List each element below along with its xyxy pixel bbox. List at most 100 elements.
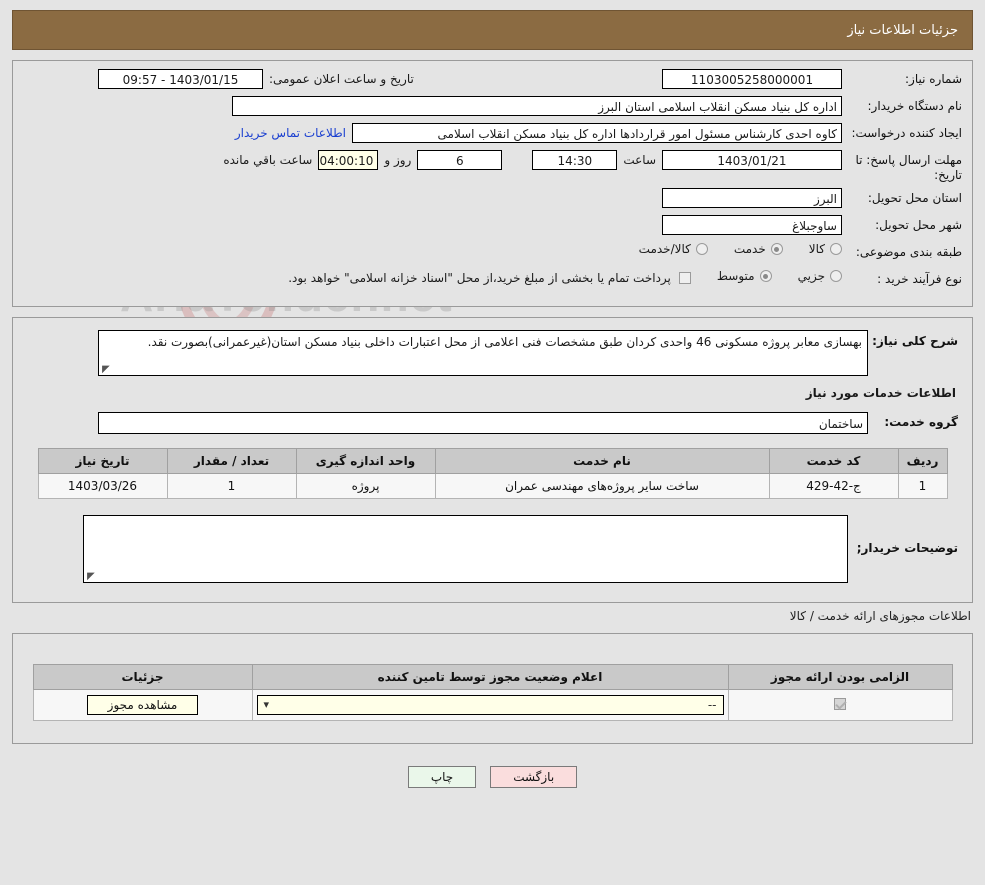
radio-icon[interactable] xyxy=(695,243,708,255)
announce-label: تاریخ و ساعت اعلان عمومی: xyxy=(269,72,414,86)
buyer-notes-label: توضیحات خریدار; xyxy=(856,541,958,555)
process-option-jozei[interactable]: جزیي xyxy=(798,269,842,283)
col-permit-required: الزامی بودن ارائه مجوز xyxy=(727,664,953,690)
col-permit-status: اعلام وضعیت مجوز توسط تامین کننده xyxy=(251,664,729,690)
creator-label: ایجاد کننده درخواست: xyxy=(851,126,962,140)
process-option-label: متوسط xyxy=(716,269,755,283)
category-option-kala-khedmat[interactable]: کالا/خدمت xyxy=(639,242,708,256)
process-option-motavaset[interactable]: متوسط xyxy=(717,269,772,283)
permits-table: الزامی بودن ارائه مجوز اعلام وضعیت مجوز … xyxy=(32,664,953,721)
print-button[interactable]: چاپ xyxy=(407,766,477,788)
col-quantity: تعداد / مقدار xyxy=(166,448,297,474)
category-option-label: کالا xyxy=(808,242,825,256)
cell-name: ساخت سایر پروژه‌های مهندسی عمران xyxy=(434,473,770,499)
days-and-label: روز و xyxy=(384,153,412,167)
category-radio-group[interactable]: کالا خدمت کالا/خدمت xyxy=(613,242,842,256)
province-label: استان محل تحویل: xyxy=(867,191,962,205)
deadline-hour-label: ساعت xyxy=(623,153,656,167)
city-value: ساوجبلاغ xyxy=(662,215,842,235)
need-number-value: 1103005258000001 xyxy=(662,69,842,89)
general-description-text: بهسازی معابر پروژه مسکونی 46 واحدی کردان… xyxy=(147,335,862,349)
service-group-label: گروه خدمت: xyxy=(884,415,958,429)
cell-permit-details: مشاهده مجوز xyxy=(32,689,253,721)
page-title: جزئیات اطلاعات نیاز xyxy=(847,22,958,38)
deadline-label: مهلت ارسال پاسخ: تا تاریخ: xyxy=(855,153,962,182)
services-section-title: اطلاعات خدمات مورد نیاز xyxy=(805,386,956,400)
creator-value: کاوه احدی کارشناس مسئول امور قراردادها ا… xyxy=(352,123,842,143)
radio-icon[interactable] xyxy=(830,270,842,282)
col-unit: واحد اندازه گیری xyxy=(295,448,436,474)
permits-section-title: اطلاعات مجوزهای ارائه خدمت / کالا xyxy=(789,609,971,623)
radio-icon[interactable] xyxy=(830,243,842,255)
category-option-label: خدمت xyxy=(733,242,766,256)
page-header: جزئیات اطلاعات نیاز xyxy=(12,10,973,50)
deadline-row: مهلت ارسال پاسخ: تا تاریخ: 1403/01/21 سا… xyxy=(23,150,962,183)
resize-grip-icon[interactable]: ◥ xyxy=(102,364,111,375)
process-option-label: جزیي xyxy=(797,269,825,283)
cell-code: ج-42-429 xyxy=(768,473,899,499)
buyer-org-value: اداره کل بنیاد مسکن انقلاب اسلامی استان … xyxy=(232,96,842,116)
cell-quantity: 1 xyxy=(166,473,297,499)
category-option-khedmat[interactable]: خدمت xyxy=(734,242,783,256)
deadline-date-value: 1403/01/21 xyxy=(662,150,842,170)
table-row: 1 ج-42-429 ساخت سایر پروژه‌های مهندسی عم… xyxy=(37,473,948,499)
process-radio-group[interactable]: جزیي متوسط xyxy=(691,269,842,283)
need-number-label: شماره نیاز: xyxy=(905,72,962,86)
treasury-checkbox[interactable] xyxy=(678,272,691,284)
cell-row: 1 xyxy=(897,473,948,499)
remaining-time-value: 04:00:10 xyxy=(318,150,379,170)
permit-status-select[interactable]: ▾ -- xyxy=(256,695,724,715)
resize-grip-icon[interactable]: ◥ xyxy=(87,571,96,582)
radio-icon[interactable] xyxy=(770,243,783,255)
category-label: طبقه بندی موضوعی: xyxy=(855,245,962,259)
buyer-org-row: نام دستگاه خریدار: اداره کل بنیاد مسکن ا… xyxy=(23,96,962,118)
treasury-note: پرداخت تمام یا بخشی از مبلغ خرید،از محل … xyxy=(288,271,671,285)
buyer-notes-row: توضیحات خریدار; ◥ xyxy=(27,515,958,583)
general-description-label: شرح کلی نیاز: xyxy=(872,334,958,348)
service-group-row: گروه خدمت: ساختمان xyxy=(27,412,958,434)
radio-icon[interactable] xyxy=(759,270,772,282)
service-group-value: ساختمان xyxy=(98,412,868,434)
remaining-days-value: 6 xyxy=(417,150,503,170)
cell-permit-required xyxy=(727,689,953,721)
permit-required-checkbox-icon xyxy=(834,697,846,710)
buyer-contact-link[interactable]: اطلاعات تماس خریدار xyxy=(235,123,346,140)
services-table-header-row: ردیف کد خدمت نام خدمت واحد اندازه گیری ت… xyxy=(37,448,948,474)
general-description-value[interactable]: بهسازی معابر پروژه مسکونی 46 واحدی کردان… xyxy=(98,330,868,376)
permits-panel: الزامی بودن ارائه مجوز اعلام وضعیت مجوز … xyxy=(12,633,973,744)
category-row: طبقه بندی موضوعی: کالا خدمت کالا/خدمت xyxy=(23,242,962,264)
col-date: تاریخ نیاز xyxy=(37,448,168,474)
col-code: کد خدمت xyxy=(768,448,899,474)
general-description-row: شرح کلی نیاز: بهسازی معابر پروژه مسکونی … xyxy=(27,330,958,376)
footer-buttons: بازگشت چاپ xyxy=(0,766,985,788)
need-info-panel: شماره نیاز: 1103005258000001 تاریخ و ساع… xyxy=(12,60,973,307)
col-permit-details: جزئیات xyxy=(32,664,253,690)
chevron-down-icon: ▾ xyxy=(263,698,270,711)
category-option-label: کالا/خدمت xyxy=(638,242,691,256)
col-row: ردیف xyxy=(897,448,948,474)
buyer-notes-value[interactable]: ◥ xyxy=(83,515,848,583)
back-button[interactable]: بازگشت xyxy=(490,766,578,788)
province-value: البرز xyxy=(662,188,842,208)
process-type-label: نوع فرآیند خرید : xyxy=(877,272,962,286)
province-row: استان محل تحویل: البرز xyxy=(23,188,962,210)
cell-unit: پروژه xyxy=(295,473,436,499)
deadline-hour-value: 14:30 xyxy=(532,150,618,170)
cell-date: 1403/03/26 xyxy=(37,473,168,499)
permits-table-header-row: الزامی بودن ارائه مجوز اعلام وضعیت مجوز … xyxy=(32,664,953,690)
need-number-row: شماره نیاز: 1103005258000001 تاریخ و ساع… xyxy=(23,69,962,91)
permit-status-value: -- xyxy=(707,698,717,712)
city-row: شهر محل تحویل: ساوجبلاغ xyxy=(23,215,962,237)
services-table: ردیف کد خدمت نام خدمت واحد اندازه گیری ت… xyxy=(37,448,948,499)
category-option-kala[interactable]: کالا xyxy=(809,242,842,256)
buyer-org-label: نام دستگاه خریدار: xyxy=(867,99,963,113)
table-row: ▾ -- مشاهده مجوز xyxy=(32,689,953,721)
creator-row: ایجاد کننده درخواست: کاوه احدی کارشناس م… xyxy=(23,123,962,145)
city-label: شهر محل تحویل: xyxy=(875,218,962,232)
process-type-row: نوع فرآیند خرید : جزیي متوسط پرداخت تمام… xyxy=(23,269,962,291)
cell-permit-status: ▾ -- xyxy=(251,689,729,721)
announce-value: 1403/01/15 - 09:57 xyxy=(98,69,263,89)
col-name: نام خدمت xyxy=(434,448,770,474)
view-permit-button[interactable]: مشاهده مجوز xyxy=(86,695,199,715)
description-services-panel: شرح کلی نیاز: بهسازی معابر پروژه مسکونی … xyxy=(12,317,973,603)
